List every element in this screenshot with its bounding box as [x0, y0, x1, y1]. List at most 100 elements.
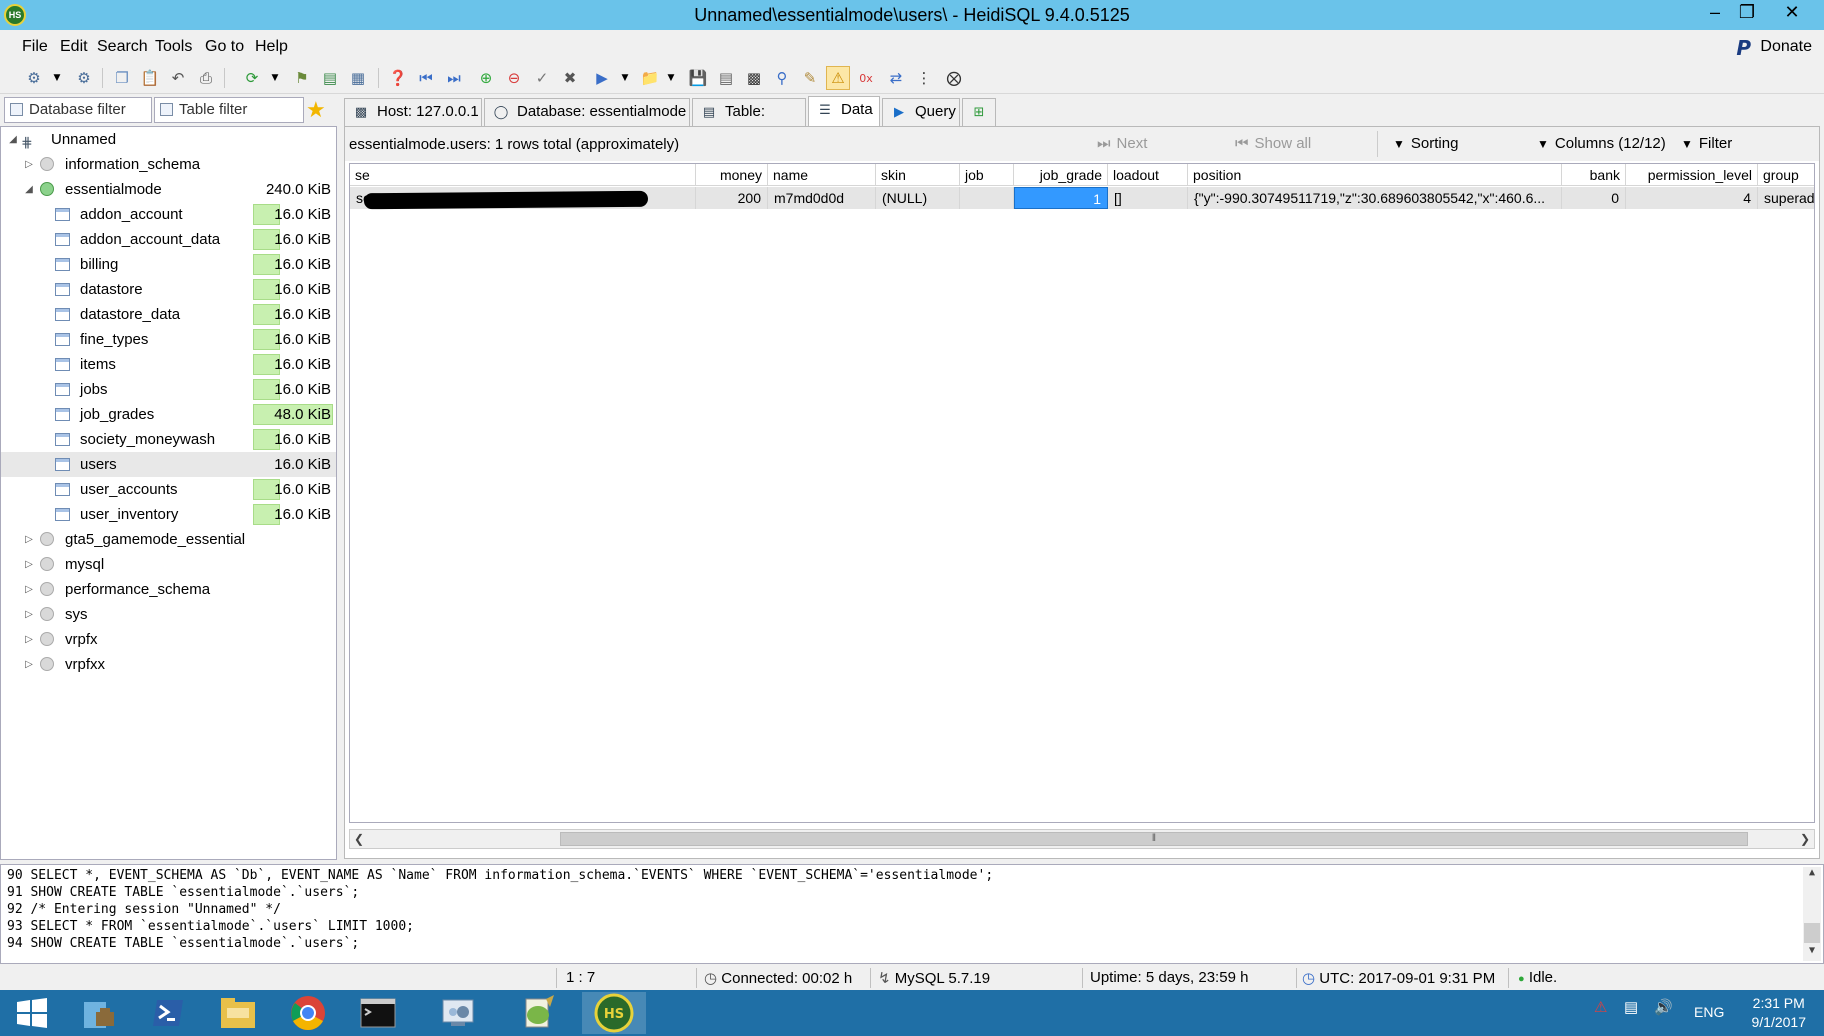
expand-arrow-icon[interactable]: ▷ [23, 577, 35, 602]
tree-root-session[interactable]: ◢ ⋕ Unnamed [1, 127, 336, 152]
menu-edit[interactable]: Edit [60, 38, 88, 56]
server-manager-icon[interactable] [66, 992, 130, 1034]
network-warning-icon[interactable]: ⚠ [1594, 998, 1607, 1016]
table-cell[interactable]: 4 [1626, 187, 1758, 209]
paste-icon[interactable]: 📋 [138, 66, 162, 90]
heidisql-taskbar-icon[interactable]: HS [582, 992, 646, 1034]
more-options-icon[interactable]: ⋮ [912, 66, 936, 90]
undo-icon[interactable]: ↶ [166, 66, 190, 90]
menu-search[interactable]: Search [97, 38, 148, 56]
column-header[interactable]: se [350, 164, 696, 186]
favorites-star-icon[interactable]: ★ [306, 97, 326, 123]
open-sql-file-icon[interactable]: 📁 [638, 66, 662, 90]
database-filter-input[interactable]: Database filter [4, 97, 152, 123]
column-header[interactable]: group [1758, 164, 1814, 186]
print-icon[interactable]: ⎙ [194, 66, 218, 90]
tree-db-vrpfx[interactable]: ▷ vrpfx [1, 627, 336, 652]
table-cell[interactable]: m7md0d0d [768, 187, 876, 209]
tab-query[interactable]: ▶ Query [882, 98, 960, 126]
find-replace-icon[interactable]: ⚲ [770, 66, 794, 90]
language-indicator[interactable]: ENG [1694, 1004, 1724, 1020]
column-header[interactable]: position [1188, 164, 1562, 186]
show-all-button[interactable]: ⏮ Show all [1235, 135, 1311, 152]
tree-table-jobs[interactable]: jobs 16.0 KiB [1, 377, 336, 402]
table-filter-input[interactable]: Table filter [154, 97, 304, 123]
scroll-thumb[interactable]: ‖ [560, 832, 1748, 846]
tree-db-mysql[interactable]: ▷ mysql [1, 552, 336, 577]
tree-db-sys[interactable]: ▷ sys [1, 602, 336, 627]
export-icon[interactable]: ▦ [346, 66, 370, 90]
tree-db-information-schema[interactable]: ▷ information_schema [1, 152, 336, 177]
tab-data[interactable]: ☰ Data [808, 96, 880, 126]
minimize-icon[interactable]: – [1700, 0, 1730, 26]
tab-host[interactable]: ▩ Host: 127.0.0.1 [344, 98, 482, 126]
tree-db-vrpfxx[interactable]: ▷ vrpfxx [1, 652, 336, 677]
table-cell[interactable]: (NULL) [876, 187, 960, 209]
database-tree[interactable]: ◢ ⋕ Unnamed ▷ information_schema ◢ essen… [0, 126, 337, 860]
connect-icon[interactable]: ⚙ [22, 66, 46, 90]
tab-database[interactable]: ◯ Database: essentialmode [484, 98, 690, 126]
tree-table-society-moneywash[interactable]: society_moneywash 16.0 KiB [1, 427, 336, 452]
horizontal-scrollbar[interactable]: ❮ ‖ ❯ [349, 829, 1815, 849]
first-record-icon[interactable]: ⏮ [414, 66, 438, 90]
execute-dropdown-icon[interactable]: ▼ [618, 66, 632, 90]
scroll-right-icon[interactable]: ❯ [1796, 830, 1814, 848]
network-icon[interactable]: ▤ [1624, 998, 1638, 1016]
command-prompt-icon[interactable] [346, 992, 410, 1034]
chrome-icon[interactable] [276, 992, 340, 1034]
save-snippet-icon[interactable]: ▤ [714, 66, 738, 90]
table-cell[interactable] [960, 187, 1014, 209]
expand-arrow-icon[interactable]: ▷ [23, 527, 35, 552]
new-query-tab-button[interactable]: ⊞ [962, 98, 996, 126]
columns-button[interactable]: ▼ Columns (12/12) [1537, 135, 1666, 152]
column-header[interactable]: loadout [1108, 164, 1188, 186]
restore-icon[interactable]: ❐ [1732, 0, 1762, 26]
column-header[interactable]: job [960, 164, 1014, 186]
last-record-icon[interactable]: ⏭ [442, 66, 466, 90]
tree-db-gta5-gamemode-essential[interactable]: ▷ gta5_gamemode_essential [1, 527, 336, 552]
table-cell[interactable]: 0 [1562, 187, 1626, 209]
help-icon[interactable]: ❓ [386, 66, 410, 90]
data-grid[interactable]: se money name skin job job_grade loadout… [349, 163, 1815, 823]
column-header[interactable]: money [696, 164, 768, 186]
volume-icon[interactable]: 🔊 [1654, 998, 1673, 1016]
donate-button[interactable]: P Donate [1736, 36, 1812, 60]
expand-arrow-icon[interactable]: ▷ [23, 652, 35, 677]
system-clock[interactable]: 2:31 PM 9/1/2017 [1752, 994, 1807, 1032]
sorting-button[interactable]: ▼ Sorting [1393, 135, 1458, 152]
post-record-icon[interactable]: ✓ [530, 66, 554, 90]
menu-tools[interactable]: Tools [155, 38, 192, 56]
windows-start-icon[interactable] [0, 992, 64, 1034]
tree-table-fine-types[interactable]: fine_types 16.0 KiB [1, 327, 336, 352]
scroll-thumb[interactable] [1804, 923, 1820, 943]
column-header[interactable]: skin [876, 164, 960, 186]
filter-button[interactable]: ▼ Filter [1681, 135, 1732, 152]
execute-query-icon[interactable]: ▶ [590, 66, 614, 90]
table-cell[interactable]: {"y":-990.30749511719,"z":30.68960380554… [1188, 187, 1562, 209]
menu-help[interactable]: Help [255, 38, 288, 56]
user-manager-icon[interactable]: ⚑ [290, 66, 314, 90]
powershell-icon[interactable] [136, 992, 200, 1034]
tree-table-datastore-data[interactable]: datastore_data 16.0 KiB [1, 302, 336, 327]
sql-log[interactable]: 90 SELECT *, EVENT_SCHEMA AS `Db`, EVENT… [0, 864, 1824, 964]
zero-datetime-icon[interactable]: 0x [854, 66, 878, 90]
tree-table-job-grades[interactable]: job_grades 48.0 KiB [1, 402, 336, 427]
file-explorer-icon[interactable] [206, 992, 270, 1034]
next-button[interactable]: ⏭ Next [1097, 135, 1147, 152]
expand-arrow-icon[interactable]: ▷ [23, 152, 35, 177]
column-header[interactable]: permission_level [1626, 164, 1758, 186]
scroll-down-icon[interactable]: ▼ [1803, 945, 1821, 961]
column-header[interactable]: job_grade [1014, 164, 1108, 186]
column-header[interactable]: name [768, 164, 876, 186]
refresh-icon[interactable]: ⟳ [240, 66, 264, 90]
disconnect-icon[interactable]: ⚙ [72, 66, 96, 90]
menu-goto[interactable]: Go to [205, 38, 244, 56]
warnings-icon[interactable]: ⚠ [826, 66, 850, 90]
tree-table-datastore[interactable]: datastore 16.0 KiB [1, 277, 336, 302]
remote-desktop-icon[interactable] [428, 992, 492, 1034]
notepad-plus-icon[interactable] [506, 992, 570, 1034]
tab-table[interactable]: ▤ Table: users [692, 98, 806, 146]
close-icon[interactable]: ✕ [1770, 0, 1814, 26]
scroll-up-icon[interactable]: ▲ [1803, 867, 1821, 883]
table-cell[interactable]: 200 [696, 187, 768, 209]
